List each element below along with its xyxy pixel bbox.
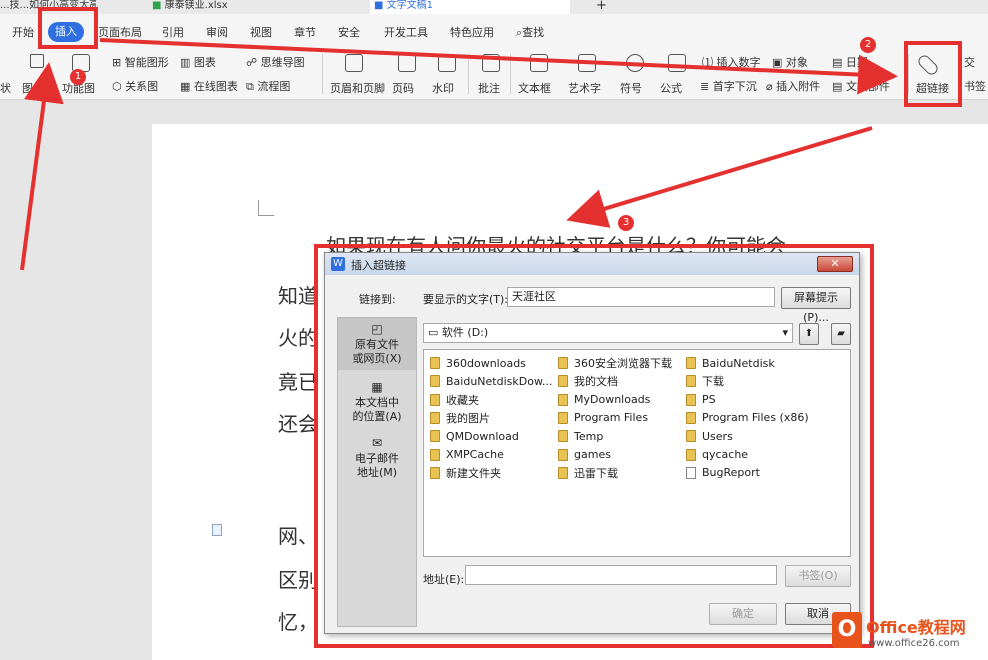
arrow-1 [20, 62, 64, 271]
watermark-brand: Office教程网 [866, 618, 966, 637]
highlight-insert-tab [38, 7, 98, 49]
highlight-dialog [314, 244, 874, 648]
site-watermark: O Office教程网 www.office26.com [832, 612, 982, 656]
office-logo-icon: O [832, 612, 862, 648]
arrow-3 [566, 126, 873, 228]
step-badge-3: 3 [618, 215, 634, 231]
watermark-url: www.office26.com [868, 638, 960, 649]
step-badge-2: 2 [860, 37, 876, 53]
arrow-2 [99, 38, 898, 95]
highlight-hyperlink-button [904, 41, 962, 107]
step-badge-1: 1 [70, 69, 86, 85]
